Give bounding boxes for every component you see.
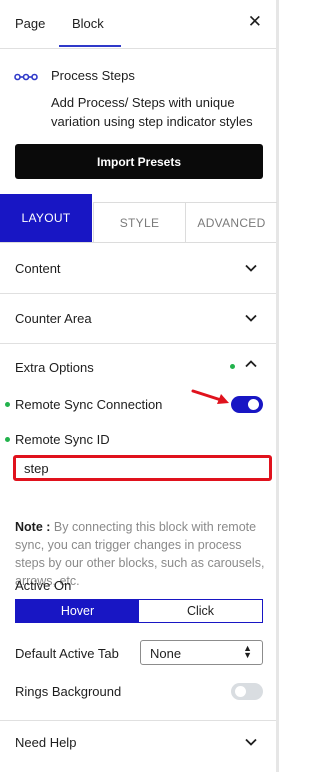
section-content[interactable]: Content xyxy=(0,243,276,294)
chevron-down-icon xyxy=(245,264,257,272)
import-presets-button[interactable]: Import Presets xyxy=(15,144,263,179)
tab-style[interactable]: STYLE xyxy=(93,202,185,243)
remote-sync-connection-label: Remote Sync Connection xyxy=(15,397,163,412)
remote-sync-connection-toggle[interactable] xyxy=(231,396,263,413)
tab-page[interactable]: Page xyxy=(15,16,45,31)
default-active-tab-select[interactable]: None ▲ ▼ xyxy=(140,640,263,665)
active-tab-indicator xyxy=(59,45,121,47)
chevron-up-icon[interactable] xyxy=(245,360,257,368)
settings-tabs: LAYOUT STYLE ADVANCED xyxy=(0,194,277,243)
section-content-label: Content xyxy=(15,261,61,276)
tab-layout[interactable]: LAYOUT xyxy=(0,194,92,242)
section-extra-options-label[interactable]: Extra Options xyxy=(15,360,94,375)
process-steps-icon xyxy=(14,69,38,87)
sidebar-header: Page Block ✕ xyxy=(0,0,276,49)
section-need-help[interactable]: Need Help xyxy=(0,720,276,768)
chevron-down-icon xyxy=(245,738,257,746)
modified-indicator-dot xyxy=(5,437,10,442)
default-active-tab-value: None xyxy=(150,646,182,661)
section-need-help-label: Need Help xyxy=(15,735,77,750)
block-description: Add Process/ Steps with unique variation… xyxy=(51,95,253,129)
active-on-label: Active On xyxy=(15,578,72,593)
close-icon[interactable]: ✕ xyxy=(248,12,262,32)
chevron-down-icon xyxy=(245,314,257,322)
default-active-tab-label: Default Active Tab xyxy=(15,646,119,661)
select-caret-icon: ▲ ▼ xyxy=(243,643,252,660)
tab-block[interactable]: Block xyxy=(72,16,104,31)
active-on-segmented-control: Hover Click xyxy=(15,599,263,623)
toggle-knob xyxy=(235,686,246,697)
modified-indicator-dot xyxy=(5,402,10,407)
active-on-click-button[interactable]: Click xyxy=(139,600,262,622)
toggle-knob xyxy=(248,399,259,410)
annotation-arrow-icon xyxy=(191,389,229,404)
note-label: Note : xyxy=(15,520,51,534)
block-title: Process Steps xyxy=(51,68,135,83)
remote-sync-id-input[interactable] xyxy=(13,455,272,481)
rings-background-toggle[interactable] xyxy=(231,683,263,700)
tab-advanced[interactable]: ADVANCED xyxy=(185,202,277,243)
modified-indicator-dot xyxy=(230,364,235,369)
block-card: Process Steps Add Process/ Steps with un… xyxy=(0,49,276,194)
remote-sync-id-label: Remote Sync ID xyxy=(15,432,110,447)
panel-scrollbar[interactable] xyxy=(276,0,279,772)
rings-background-label: Rings Background xyxy=(15,684,122,699)
section-counter-area[interactable]: Counter Area xyxy=(0,293,276,344)
active-on-hover-button[interactable]: Hover xyxy=(16,600,139,622)
section-counter-area-label: Counter Area xyxy=(15,311,92,326)
